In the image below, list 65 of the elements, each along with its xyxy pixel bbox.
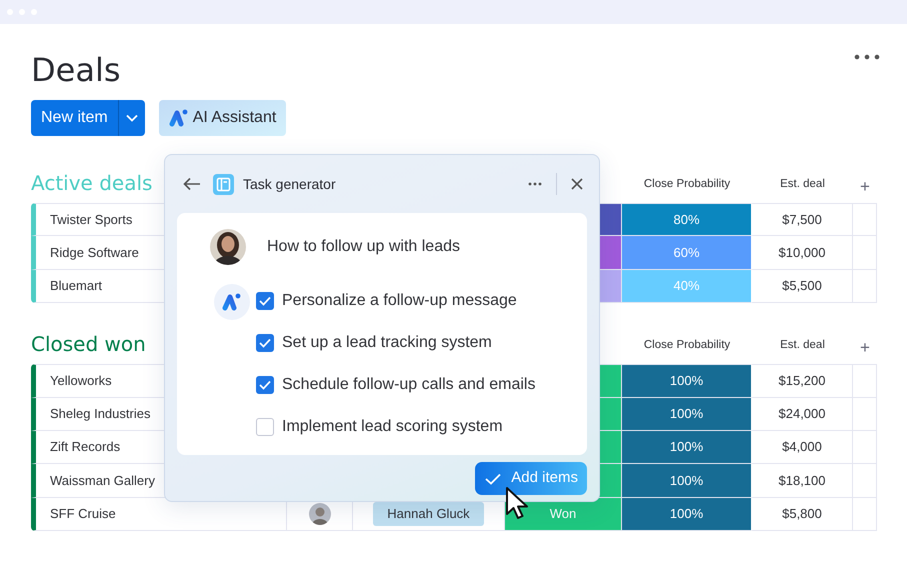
probability-cell: 100% [622,398,752,431]
empty-cell [853,430,877,464]
group-title: Closed won [31,332,146,356]
close-icon[interactable] [571,178,583,190]
prompt-text: How to follow up with leads [267,237,460,257]
empty-cell [853,498,877,532]
table-cell: $10,000 [752,236,853,270]
column-header: Est. deal [780,338,825,351]
task-label: Implement lead scoring system [282,417,503,437]
table-cell: $4,000 [752,430,853,464]
probability-cell: 100% [622,430,752,464]
checkbox[interactable] [256,376,274,394]
probability-cell: 40% [622,270,752,304]
cursor-icon [505,486,531,520]
new-item-button[interactable]: New item [31,100,118,136]
probability-cell: 60% [622,236,752,270]
empty-cell [853,270,877,304]
task-label: Set up a lead tracking system [282,333,492,353]
add-items-button[interactable]: Add items [475,462,587,495]
table-cell: $5,500 [752,270,853,304]
checkbox[interactable] [256,418,274,436]
chevron-down-icon [126,114,138,122]
item-name: Zift Records [50,438,120,456]
checkbox[interactable] [256,292,274,310]
dropdown-button[interactable] [118,100,145,136]
item-name: Bluemart [50,277,102,296]
more-options-icon[interactable] [528,182,542,186]
table-cell: $5,800 [752,498,853,532]
back-arrow-icon[interactable] [183,177,201,191]
empty-cell [853,364,877,398]
empty-cell [853,464,877,498]
probability-cell: 100% [622,364,752,398]
item-name: Yelloworks [50,372,112,390]
task-label: Schedule follow-up calls and emails [282,375,536,395]
checkbox[interactable] [256,334,274,352]
table-cell: $15,200 [752,364,853,398]
task-label: Personalize a follow-up message [282,291,517,311]
owner-tag: Hannah Gluck [373,502,484,526]
checkmark-icon [485,472,502,484]
item-name: Waissman Gallery [50,472,155,490]
group-title: Active deals [31,171,152,195]
ai-assistant-button[interactable]: AI Assistant [158,100,286,136]
table-cell: $7,500 [752,203,853,236]
table-cell: $24,000 [752,398,853,431]
column-header: Close Probability [644,338,730,351]
empty-cell [853,398,877,431]
item-name: SFF Cruise [50,505,116,524]
item-name: Twister Sports [50,210,132,229]
probability-cell: 100% [622,498,752,532]
empty-cell [853,236,877,270]
probability-cell: 80% [622,203,752,236]
table-cell: $18,100 [752,464,853,498]
ai-logo-icon [168,109,189,127]
column-header: Close Probability [644,178,730,190]
panel-icon [213,174,234,194]
probability-cell: 100% [622,464,752,498]
item-name: Ridge Software [50,244,139,262]
add-column-button[interactable]: + [860,177,870,196]
column-header: Est. deal [780,178,825,190]
empty-cell [853,203,877,236]
ai-logo-icon [214,284,250,320]
add-column-button[interactable]: + [860,338,870,358]
item-name: Sheleg Industries [50,405,150,423]
page-title: Deals [31,50,120,90]
panel-title: Task generator [243,174,336,194]
